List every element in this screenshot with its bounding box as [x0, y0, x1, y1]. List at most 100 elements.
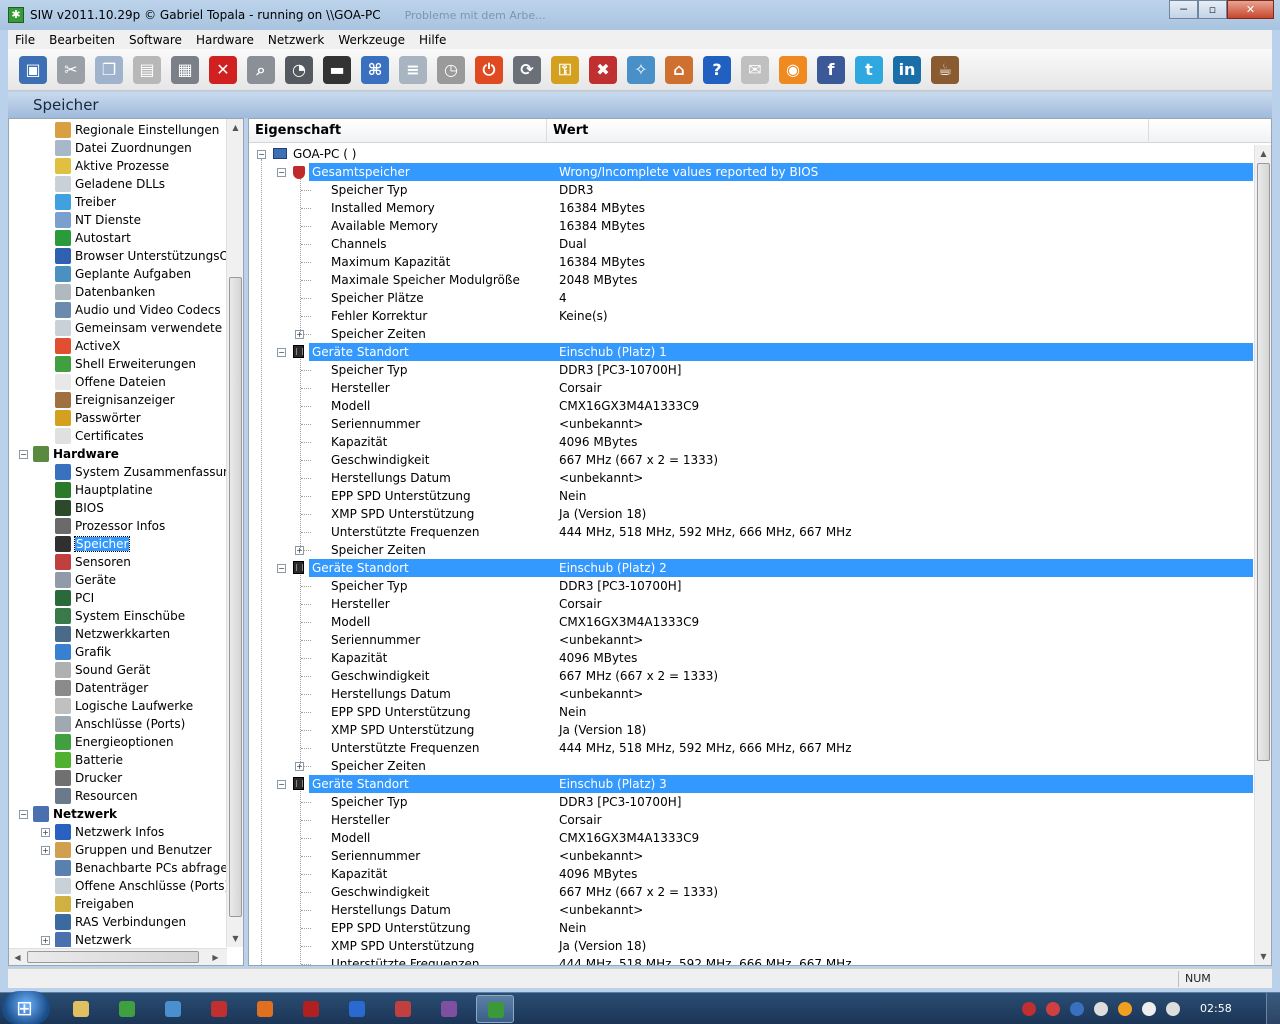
scroll-up-arrow[interactable]: ▲ [1255, 145, 1271, 162]
property-row[interactable]: Hersteller Corsair [249, 811, 1253, 829]
tray-1-icon[interactable] [1022, 1002, 1036, 1016]
tray-2-icon[interactable] [1046, 1002, 1060, 1016]
tree-item-hardware[interactable]: Hardware [33, 445, 119, 463]
tree-item-activex[interactable]: ActiveX [55, 337, 120, 355]
column-property[interactable]: Eigenschaft [249, 119, 547, 143]
tree-item-geräte[interactable]: Geräte [55, 571, 116, 589]
tree-item-batterie[interactable]: Batterie [55, 751, 123, 769]
property-row[interactable]: Modell CMX16GX3M4A1333C9 [249, 829, 1253, 847]
property-row[interactable]: Modell CMX16GX3M4A1333C9 [249, 613, 1253, 631]
menu-software[interactable]: Software [122, 33, 189, 47]
property-row[interactable]: Speicher Zeiten [249, 325, 1253, 343]
property-row[interactable]: XMP SPD Unterstützung Ja (Version 18) [249, 721, 1253, 739]
property-row[interactable]: Available Memory 16384 MBytes [249, 217, 1253, 235]
property-row[interactable]: XMP SPD Unterstützung Ja (Version 18) [249, 937, 1253, 955]
maximize-button[interactable]: ▫ [1198, 0, 1227, 19]
tree-item-anschlüsse-ports-[interactable]: Anschlüsse (Ports) [55, 715, 185, 733]
tree-item-grafik[interactable]: Grafik [55, 643, 111, 661]
tree-item-treiber[interactable]: Treiber [55, 193, 116, 211]
linkedin-button[interactable]: in [890, 53, 924, 87]
tree-item-datenbanken[interactable]: Datenbanken [55, 283, 155, 301]
tree-item-netzwerk[interactable]: Netzwerk [33, 805, 117, 823]
expander-collapse-icon[interactable]: − [19, 450, 28, 459]
property-row[interactable]: EPP SPD Unterstützung Nein [249, 487, 1253, 505]
property-row[interactable]: Herstellungs Datum <unbekannt> [249, 901, 1253, 919]
expander-collapse-icon[interactable]: − [277, 564, 286, 573]
tree-item-drucker[interactable]: Drucker [55, 769, 122, 787]
property-row[interactable]: Speicher Typ DDR3 [249, 181, 1253, 199]
save-button[interactable]: ▣ [16, 53, 50, 87]
property-row[interactable]: Seriennummer <unbekannt> [249, 631, 1253, 649]
property-row[interactable]: Installed Memory 16384 MBytes [249, 199, 1253, 217]
tree-hscroll-thumb[interactable] [27, 951, 199, 963]
property-row[interactable]: Hersteller Corsair [249, 595, 1253, 613]
tree-item-regionale-einstellungen[interactable]: Regionale Einstellungen [55, 121, 219, 139]
taskbar-siw-button[interactable] [476, 995, 514, 1023]
property-row[interactable]: Maximale Speicher Modulgröße 2048 MBytes [249, 271, 1253, 289]
menu-file[interactable]: File [8, 33, 42, 47]
details-scroll-thumb[interactable] [1257, 163, 1270, 761]
tree-item-shell-erweiterungen[interactable]: Shell Erweiterungen [55, 355, 196, 373]
show-desktop-button[interactable] [1266, 993, 1280, 1024]
expander-collapse-icon[interactable]: − [277, 780, 286, 789]
tree-scroll-thumb[interactable] [229, 277, 242, 917]
power-button[interactable]: ⏻ [472, 53, 506, 87]
tree-item-browser-unterstützungsobje[interactable]: Browser UnterstützungsObje [55, 247, 227, 265]
taskbar-firefox-button[interactable] [246, 995, 284, 1023]
minimize-button[interactable]: ─ [1169, 0, 1198, 19]
network-button[interactable]: ⌘ [358, 53, 392, 87]
wizard-button[interactable]: ✧ [624, 53, 658, 87]
expander-expand-icon[interactable]: + [41, 936, 50, 945]
property-row[interactable]: Seriennummer <unbekannt> [249, 847, 1253, 865]
tree-item-ereignisanzeiger[interactable]: Ereignisanzeiger [55, 391, 175, 409]
menu-netzwerk[interactable]: Netzwerk [261, 33, 331, 47]
group-header-row[interactable]: Gesamtspeicher Wrong/Incomplete values re… [309, 163, 1253, 181]
facebook-button[interactable]: f [814, 53, 848, 87]
tree-item-datei-zuordnungen[interactable]: Datei Zuordnungen [55, 139, 192, 157]
taskbar-windows-button[interactable] [338, 995, 376, 1023]
taskbar-app-purple-button[interactable] [430, 995, 468, 1023]
search-button[interactable]: ⌕ [244, 53, 278, 87]
tree-horizontal-scrollbar[interactable]: ◀ ▶ [9, 948, 227, 965]
property-row[interactable]: Unterstützte Frequenzen 444 MHz, 518 MHz,… [249, 523, 1253, 541]
tree-item-hauptplatine[interactable]: Hauptplatine [55, 481, 153, 499]
tree-item-prozessor-infos[interactable]: Prozessor Infos [55, 517, 165, 535]
tree-item-datenträger[interactable]: Datenträger [55, 679, 148, 697]
property-row[interactable]: Speicher Typ DDR3 [PC3-10700H] [249, 361, 1253, 379]
rss-button[interactable]: ◉ [776, 53, 810, 87]
tree-item-geplante-aufgaben[interactable]: Geplante Aufgaben [55, 265, 191, 283]
expander-collapse-icon[interactable]: − [277, 348, 286, 357]
property-row[interactable]: Speicher Zeiten [249, 541, 1253, 559]
tree-item-netzwerkkarten[interactable]: Netzwerkkarten [55, 625, 170, 643]
taskbar-app-red-button[interactable] [292, 995, 330, 1023]
tree-item-certificates[interactable]: Certificates [55, 427, 144, 445]
property-row[interactable]: Herstellungs Datum <unbekannt> [249, 469, 1253, 487]
property-row[interactable]: Herstellungs Datum <unbekannt> [249, 685, 1253, 703]
tree-item-energieoptionen[interactable]: Energieoptionen [55, 733, 174, 751]
tree-item-audio-und-video-codecs[interactable]: Audio und Video Codecs [55, 301, 221, 319]
expander-collapse-icon[interactable]: − [257, 150, 266, 159]
property-row[interactable]: Speicher Plätze 4 [249, 289, 1253, 307]
volume-icon[interactable] [1094, 1002, 1108, 1016]
monitor-button[interactable]: ▬ [320, 53, 354, 87]
tree-item-autostart[interactable]: Autostart [55, 229, 131, 247]
scroll-down-arrow[interactable]: ▼ [227, 930, 243, 947]
tree-item-netzwerk[interactable]: Netzwerk [55, 931, 131, 947]
menu-hardware[interactable]: Hardware [189, 33, 261, 47]
tree-item-gemeinsam-verwendete-dll[interactable]: Gemeinsam verwendete DLL [55, 319, 227, 337]
copy-button[interactable]: ❐ [92, 53, 126, 87]
tree-item-offene-anschlüsse-ports-[interactable]: Offene Anschlüsse (Ports) [55, 877, 227, 895]
property-row[interactable]: Hersteller Corsair [249, 379, 1253, 397]
home-button[interactable]: ⌂ [662, 53, 696, 87]
menu-werkzeuge[interactable]: Werkzeuge [331, 33, 412, 47]
refresh-button[interactable]: ⟳ [510, 53, 544, 87]
expander-collapse-icon[interactable]: − [277, 168, 286, 177]
tree-item-offene-dateien[interactable]: Offene Dateien [55, 373, 166, 391]
property-row[interactable]: Modell CMX16GX3M4A1333C9 [249, 397, 1253, 415]
key-button[interactable]: ⚿ [548, 53, 582, 87]
tree-item-pci[interactable]: PCI [55, 589, 94, 607]
tree-root-row[interactable]: GOA-PC ( ) [249, 145, 1253, 163]
tree-item-ras-verbindungen[interactable]: RAS Verbindungen [55, 913, 186, 931]
tree-item-geladene-dlls[interactable]: Geladene DLLs [55, 175, 165, 193]
tools-button[interactable]: ✖ [586, 53, 620, 87]
